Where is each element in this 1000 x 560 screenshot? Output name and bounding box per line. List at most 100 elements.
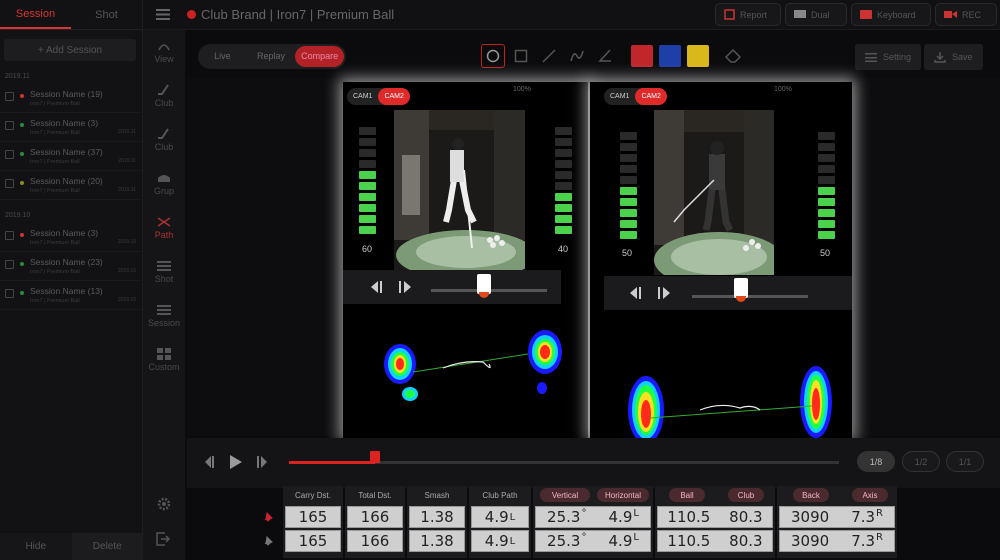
meter-segment <box>359 160 376 168</box>
left-pressure-value: 60 <box>362 244 373 254</box>
video-controls <box>604 276 852 310</box>
checkbox[interactable] <box>5 231 14 240</box>
swing-video[interactable] <box>654 110 774 275</box>
eraser-tool[interactable] <box>721 44 745 68</box>
logout-icon[interactable] <box>156 532 170 546</box>
shot-button[interactable]: Shot <box>143 250 185 294</box>
session-item[interactable]: Session Name (20) Iron7 | Premium Ball 201… <box>0 171 142 200</box>
session-date: 2019.10 <box>117 268 136 274</box>
status-dot <box>20 152 24 156</box>
checkbox[interactable] <box>5 121 14 130</box>
mode-live[interactable]: Live <box>198 46 247 67</box>
checkbox[interactable] <box>5 179 14 188</box>
session-item[interactable]: Session Name (23) Iron7 | Premium Ball 201… <box>0 252 142 281</box>
color-red-swatch[interactable] <box>631 45 653 67</box>
rect-tool[interactable] <box>509 44 533 68</box>
pin-icon[interactable] <box>263 536 273 546</box>
step-back-icon[interactable] <box>369 281 383 293</box>
cam2-tab[interactable]: CAM2 <box>635 88 667 105</box>
foot-pressure-map <box>628 366 832 438</box>
header-clubpath: Club Path <box>482 490 518 500</box>
line-tool[interactable] <box>537 44 561 68</box>
play-icon[interactable] <box>230 455 242 469</box>
save-button[interactable]: Save <box>924 44 983 70</box>
mode-replay[interactable]: Replay <box>247 46 296 67</box>
grip-button[interactable]: Grup <box>143 162 185 206</box>
path-button[interactable]: Path <box>143 206 185 250</box>
club-button[interactable]: Club <box>143 74 185 118</box>
rec-button[interactable]: REC <box>935 3 997 26</box>
cell-spin: 3090 7.3R <box>779 506 895 528</box>
cam1-tab[interactable]: CAM1 <box>347 88 378 105</box>
meter-segment <box>620 209 637 217</box>
setting-button[interactable]: Setting <box>855 44 922 70</box>
add-session-button[interactable]: + Add Session <box>4 39 136 61</box>
color-blue-swatch[interactable] <box>659 45 681 67</box>
dual-button[interactable]: Dual <box>785 3 847 26</box>
horizontal-dir: L <box>633 532 639 543</box>
page-button-1[interactable]: 1/8 <box>857 451 895 472</box>
view-button[interactable]: View <box>143 30 185 74</box>
custom-button[interactable]: Custom <box>143 338 185 382</box>
custom-label: Custom <box>148 362 180 372</box>
meter-segment <box>818 143 835 151</box>
frame-slider[interactable] <box>692 295 808 298</box>
tab-session[interactable]: Session <box>0 0 71 29</box>
gear-icon[interactable] <box>156 496 172 512</box>
meter-segment <box>359 182 376 190</box>
ball-speed-value: 110.5 <box>667 508 711 526</box>
curve-tool[interactable] <box>565 44 589 68</box>
mode-toggle: Live Replay Compare <box>198 44 346 69</box>
cam1-tab[interactable]: CAM1 <box>604 88 635 105</box>
step-back-icon[interactable] <box>628 287 642 299</box>
page-button-3[interactable]: 1/1 <box>946 451 984 472</box>
report-button[interactable]: Report <box>715 3 781 26</box>
mode-compare[interactable]: Compare <box>295 46 345 67</box>
tab-shot[interactable]: Shot <box>71 0 142 29</box>
angle-tool[interactable] <box>593 44 617 68</box>
timeline-handle[interactable] <box>370 451 380 463</box>
step-forward-icon[interactable] <box>399 281 413 293</box>
meter-segment <box>620 165 637 173</box>
hide-button[interactable]: Hide <box>0 533 72 560</box>
step-back-icon[interactable] <box>203 456 215 468</box>
pin-icon[interactable] <box>263 512 273 522</box>
session-item[interactable]: Session Name (3) Iron7 | Premium Ball 2019… <box>0 113 142 142</box>
page-button-2[interactable]: 1/2 <box>902 451 940 472</box>
step-forward-icon[interactable] <box>658 287 672 299</box>
checkbox[interactable] <box>5 92 14 101</box>
session-item[interactable]: Session Name (37) Iron7 | Premium Ball 201… <box>0 142 142 171</box>
menu-icon[interactable] <box>156 9 170 20</box>
status-dot <box>20 233 24 237</box>
delete-button[interactable]: Delete <box>71 533 143 560</box>
grid-icon <box>157 348 171 360</box>
session-item[interactable]: Session Name (13) Iron7 | Premium Ball 201… <box>0 281 142 310</box>
checkbox[interactable] <box>5 260 14 269</box>
cam2-tab[interactable]: CAM2 <box>378 88 410 105</box>
color-yellow-swatch[interactable] <box>687 45 709 67</box>
keyboard-button[interactable]: Keyboard <box>851 3 931 26</box>
frame-slider-handle[interactable] <box>477 274 491 294</box>
session-button[interactable]: Session <box>143 294 185 338</box>
meter-segment <box>555 149 572 157</box>
cell-total: 166 <box>347 506 403 528</box>
cell-launch: 25.3° 4.9L <box>535 506 651 528</box>
step-forward-icon[interactable] <box>257 456 269 468</box>
circle-tool[interactable] <box>481 44 505 68</box>
session-sub: Iron7 | Premium Ball <box>30 159 80 165</box>
frame-slider-handle[interactable] <box>734 278 748 298</box>
swing-video[interactable] <box>394 110 525 270</box>
view-label: View <box>154 54 174 64</box>
checkbox[interactable] <box>5 150 14 159</box>
session-date: 2019.11 <box>118 158 136 164</box>
checkbox[interactable] <box>5 289 14 298</box>
cell-carry: 165 <box>285 506 341 528</box>
meter-segment <box>359 127 376 135</box>
club-button-2[interactable]: Club <box>143 118 185 162</box>
left-pressure-value: 50 <box>622 248 633 258</box>
status-dot <box>20 123 24 127</box>
cell-spin: 3090 7.3R <box>779 530 895 552</box>
session-item[interactable]: Session Name (19) Iron7 | Premium Ball <box>0 84 142 113</box>
session-item[interactable]: Session Name (3) Iron7 | Premium Ball 2019… <box>0 223 142 252</box>
golfer-image <box>394 110 525 270</box>
